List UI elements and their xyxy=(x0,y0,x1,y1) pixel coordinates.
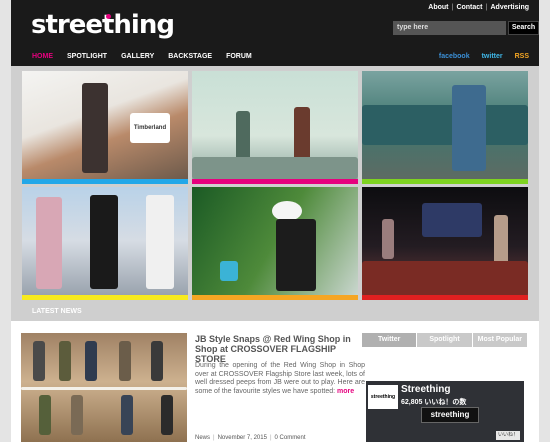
person-figure xyxy=(121,395,133,435)
social-links: facebook twitter RSS xyxy=(439,53,529,60)
news-category[interactable]: News xyxy=(195,435,210,441)
top-link-divider: | xyxy=(451,4,454,11)
search-button[interactable]: Search xyxy=(508,21,539,35)
hat xyxy=(272,201,302,221)
top-link-advertising[interactable]: Advertising xyxy=(490,4,529,11)
figurine xyxy=(494,215,508,265)
facebook-like-count: 62,805 いいね！の数 xyxy=(401,399,467,406)
site-header: streething About | Contact | Advertising… xyxy=(11,0,539,66)
meta-divider: | xyxy=(269,435,272,441)
featured-gallery: Timberland xyxy=(11,66,539,303)
gallery-photo xyxy=(192,71,358,179)
photo-divider xyxy=(21,387,187,390)
gallery-tile[interactable]: Timberland xyxy=(22,71,188,184)
tab-twitter[interactable]: Twitter xyxy=(362,333,418,347)
twitter-link[interactable]: twitter xyxy=(482,53,503,60)
gallery-tile[interactable] xyxy=(22,187,188,300)
nav-item-forum[interactable]: FORUM xyxy=(226,53,252,60)
flower-display xyxy=(362,261,528,295)
meta-divider: | xyxy=(213,435,215,441)
tile-color-bar xyxy=(22,179,188,184)
rss-link[interactable]: RSS xyxy=(515,53,529,60)
tab-most-popular[interactable]: Most Popular xyxy=(472,333,528,347)
bucket xyxy=(220,261,238,281)
gallery-photo: Timberland xyxy=(22,71,188,179)
top-link-contact[interactable]: Contact xyxy=(456,4,482,11)
news-meta: News | November 7, 2015 | 0 Comment xyxy=(195,435,306,441)
latest-news-heading: LATEST NEWS xyxy=(32,308,82,315)
nav-item-home[interactable]: HOME xyxy=(32,53,53,60)
top-link-divider: | xyxy=(485,4,488,11)
gallery-tile[interactable] xyxy=(362,187,528,300)
facebook-cover-logo: streething xyxy=(421,407,479,423)
nav-item-backstage[interactable]: BACKSTAGE xyxy=(168,53,212,60)
rooftop xyxy=(192,157,358,179)
person-figure xyxy=(452,85,486,171)
top-links: About | Contact | Advertising xyxy=(428,4,529,11)
tile-color-bar xyxy=(362,295,528,300)
latest-news-bar: LATEST NEWS xyxy=(11,303,539,321)
tile-color-bar xyxy=(362,179,528,184)
person-figure xyxy=(82,83,108,173)
search-input[interactable]: type here xyxy=(393,21,506,35)
facebook-link[interactable]: facebook xyxy=(439,53,470,60)
tile-color-bar xyxy=(192,295,358,300)
facebook-page-box[interactable]: streething Streething 62,805 いいね！の数 stre… xyxy=(366,381,524,442)
gallery-photo xyxy=(192,187,358,295)
news-excerpt: During the opening of the Red Wing Shop … xyxy=(195,362,365,396)
top-link-about[interactable]: About xyxy=(428,4,448,11)
screen xyxy=(422,203,482,237)
logo-dot xyxy=(106,14,111,19)
tile-color-bar xyxy=(22,295,188,300)
person-figure xyxy=(85,341,97,381)
person-figure xyxy=(36,197,62,289)
widget-tabs: Twitter Spotlight Most Popular xyxy=(362,333,528,347)
sidebar-widget: Twitter Spotlight Most Popular streethin… xyxy=(362,333,528,442)
site-logo[interactable]: streething xyxy=(31,10,175,40)
news-date: November 7, 2015 xyxy=(217,435,267,441)
gallery-tile[interactable] xyxy=(362,71,528,184)
gallery-tile[interactable] xyxy=(192,187,358,300)
person-figure xyxy=(39,395,51,435)
news-title[interactable]: JB Style Snaps @ Red Wing Shop in Shop a… xyxy=(195,334,365,364)
facebook-page-logo: streething xyxy=(368,385,398,409)
facebook-like-button[interactable]: いいね！ xyxy=(496,431,520,440)
tab-spotlight[interactable]: Spotlight xyxy=(417,333,473,347)
read-more-link[interactable]: more xyxy=(337,388,354,395)
facebook-page-name[interactable]: Streething xyxy=(401,384,450,395)
person-figure xyxy=(161,395,173,435)
timberland-sign: Timberland xyxy=(130,113,170,143)
person-figure xyxy=(146,195,174,289)
gallery-photo xyxy=(362,71,528,179)
news-comments[interactable]: 0 Comment xyxy=(275,435,306,441)
nav-item-gallery[interactable]: GALLERY xyxy=(121,53,154,60)
site-logo-text: streething xyxy=(31,10,175,40)
person-figure xyxy=(71,395,83,435)
person-figure xyxy=(276,219,316,291)
person-figure xyxy=(33,341,45,381)
main-nav: HOME SPOTLIGHT GALLERY BACKSTAGE FORUM xyxy=(32,53,252,60)
nav-item-spotlight[interactable]: SPOTLIGHT xyxy=(67,53,107,60)
tile-color-bar xyxy=(192,179,358,184)
person-figure xyxy=(59,341,71,381)
person-figure xyxy=(119,341,131,381)
gallery-tile[interactable] xyxy=(192,71,358,184)
person-figure xyxy=(151,341,163,381)
gallery-photo xyxy=(362,187,528,295)
person-figure xyxy=(90,195,118,289)
figurine xyxy=(382,219,394,259)
truck xyxy=(362,105,528,145)
gallery-photo xyxy=(22,187,188,295)
news-thumbnail[interactable] xyxy=(21,333,187,442)
